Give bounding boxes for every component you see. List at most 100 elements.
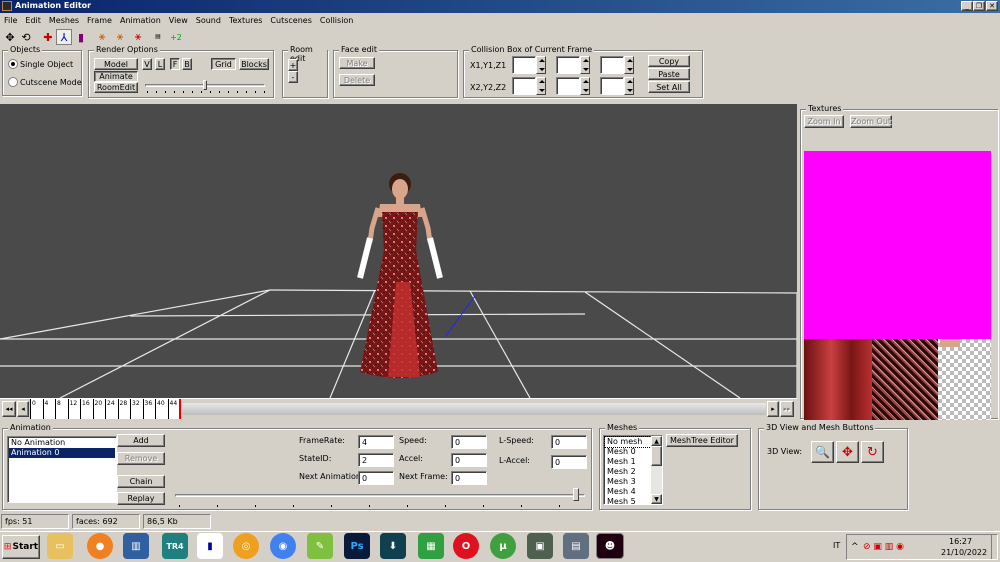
timeline-tick[interactable]: 0 xyxy=(30,399,43,419)
x2-field[interactable] xyxy=(512,77,536,95)
x1-field[interactable] xyxy=(512,56,536,74)
photoshop-icon[interactable]: Ps xyxy=(344,533,370,559)
menu-edit[interactable]: Edit xyxy=(25,16,41,25)
y1-spinner[interactable] xyxy=(580,56,590,74)
animation-list-item[interactable]: Animation 0 xyxy=(9,448,115,458)
blocks-button[interactable]: Blocks xyxy=(239,58,269,70)
insert-keyframe-icon[interactable]: ⚹ xyxy=(112,29,128,45)
timeline-tick[interactable]: 28 xyxy=(117,399,130,419)
z2-field[interactable] xyxy=(600,77,624,95)
tray-chevron-icon[interactable]: ^ xyxy=(851,542,859,552)
select-axis-icon[interactable]: ✚ xyxy=(40,29,56,45)
library-icon[interactable]: ▥ xyxy=(123,533,149,559)
show-desktop-button[interactable] xyxy=(991,535,997,559)
timeline[interactable]: ◂◂ ◂ 0 4 8 12 16 20 24 28 32 36 40 44 ▸ ▸▸ xyxy=(0,398,797,419)
stateid-field[interactable]: 2 xyxy=(358,453,394,467)
menu-animation[interactable]: Animation xyxy=(120,16,161,25)
grid-button[interactable]: Grid xyxy=(211,58,236,70)
model-button[interactable]: Model xyxy=(94,58,138,70)
firefox-icon[interactable]: ● xyxy=(87,533,113,559)
timeline-tick[interactable]: 36 xyxy=(142,399,155,419)
timeline-tick[interactable]: 40 xyxy=(155,399,168,419)
l-accel-field[interactable]: 0 xyxy=(551,455,587,469)
menu-textures[interactable]: Textures xyxy=(229,16,262,25)
file-manager-icon[interactable]: ▭ xyxy=(47,533,73,559)
menu-meshes[interactable]: Meshes xyxy=(49,16,79,25)
mesh-list-scrollbar[interactable]: ▲ ▼ xyxy=(651,436,662,504)
menu-sound[interactable]: Sound xyxy=(196,16,221,25)
character-app-icon[interactable]: ☻ xyxy=(596,533,624,559)
x2-spinner[interactable] xyxy=(536,77,546,95)
rewind-button[interactable]: ◂◂ xyxy=(2,401,16,417)
animate-button[interactable]: Animate xyxy=(94,71,138,82)
delete-keyframe-icon[interactable]: ⚹ xyxy=(130,29,146,45)
menu-collision[interactable]: Collision xyxy=(320,16,354,25)
tr4-icon[interactable]: TR4 xyxy=(162,533,188,559)
frame-slider-thumb[interactable] xyxy=(573,488,579,501)
y2-field[interactable] xyxy=(556,77,580,95)
framerate-field[interactable]: 4 xyxy=(358,435,394,449)
opera-icon[interactable]: O xyxy=(453,533,479,559)
documents-icon[interactable]: ▤ xyxy=(563,533,589,559)
bone-icon[interactable]: ▮ xyxy=(73,29,89,45)
close-button[interactable]: ✕ xyxy=(986,1,998,11)
step-back-button[interactable]: ◂ xyxy=(17,401,29,417)
scroll-up-button[interactable]: ▲ xyxy=(651,436,662,446)
delete-button[interactable]: Delete xyxy=(339,74,375,86)
chrome-icon[interactable]: ◉ xyxy=(270,533,296,559)
animation-list[interactable]: No Animation Animation 0 xyxy=(7,436,117,503)
paste-button[interactable]: Paste xyxy=(648,68,690,80)
l-button[interactable]: L xyxy=(155,58,165,70)
timeline-tick[interactable]: 32 xyxy=(130,399,143,419)
binary-icon[interactable]: ▤ xyxy=(150,29,166,45)
timeline-tick[interactable]: 4 xyxy=(42,399,55,419)
frame-slider-track[interactable] xyxy=(175,494,585,497)
move-icon[interactable]: ✥ xyxy=(2,29,18,45)
set-all-button[interactable]: Set All xyxy=(648,81,690,93)
y2-spinner[interactable] xyxy=(580,77,590,95)
add-button[interactable]: Add xyxy=(117,434,165,447)
texture-canvas[interactable] xyxy=(804,151,991,420)
spreadsheet-icon[interactable]: ▦ xyxy=(418,533,444,559)
download-icon[interactable]: ⬇ xyxy=(380,533,406,559)
meshtree-editor-button[interactable]: MeshTree Editor xyxy=(666,434,738,447)
accel-field[interactable]: 0 xyxy=(451,453,487,467)
y1-field[interactable] xyxy=(556,56,580,74)
remove-button[interactable]: Remove xyxy=(117,452,165,465)
cutscene-mode-radio[interactable] xyxy=(8,77,18,87)
timeline-tick[interactable]: 12 xyxy=(67,399,80,419)
chart-app-icon[interactable]: ▮ xyxy=(197,533,223,559)
minimize-button[interactable]: _ xyxy=(961,1,973,11)
room-minus-button[interactable]: - xyxy=(288,71,298,83)
menu-frame[interactable]: Frame xyxy=(87,16,112,25)
b-button[interactable]: B xyxy=(182,58,192,70)
add-keyframe-icon[interactable]: ⚹ xyxy=(94,29,110,45)
restore-button[interactable]: ❐ xyxy=(973,1,985,11)
scroll-thumb[interactable] xyxy=(651,446,662,466)
animation-list-item[interactable]: No Animation xyxy=(9,438,115,448)
menu-file[interactable]: File xyxy=(4,16,17,25)
replay-button[interactable]: Replay xyxy=(117,492,165,505)
v-button[interactable]: V xyxy=(142,58,152,70)
step-forward-button[interactable]: ▸ xyxy=(767,401,779,417)
clock-time[interactable]: 16:27 xyxy=(949,537,972,546)
paint-icon[interactable]: ✎ xyxy=(307,533,333,559)
rotate-view-button[interactable]: ↻ xyxy=(861,441,884,463)
menu-view[interactable]: View xyxy=(169,16,188,25)
timeline-cursor[interactable] xyxy=(179,399,181,419)
torrent-icon[interactable]: µ xyxy=(490,533,516,559)
timeline-tick[interactable]: 20 xyxy=(92,399,105,419)
timeline-tick[interactable]: 16 xyxy=(80,399,93,419)
z2-spinner[interactable] xyxy=(624,77,634,95)
single-object-radio[interactable] xyxy=(8,59,18,69)
start-button[interactable]: ⊞ Start xyxy=(2,535,40,559)
chip-icon[interactable]: ▣ xyxy=(527,533,553,559)
f-button[interactable]: F xyxy=(170,58,180,70)
copy-button[interactable]: Copy xyxy=(648,55,690,67)
timeline-tick[interactable]: 8 xyxy=(55,399,68,419)
speed-field[interactable]: 0 xyxy=(451,435,487,449)
render-slider-thumb[interactable] xyxy=(203,80,207,90)
language-indicator[interactable]: IT xyxy=(833,541,840,550)
chain-button[interactable]: Chain xyxy=(117,475,165,488)
pan-view-button[interactable]: ✥ xyxy=(836,441,859,463)
